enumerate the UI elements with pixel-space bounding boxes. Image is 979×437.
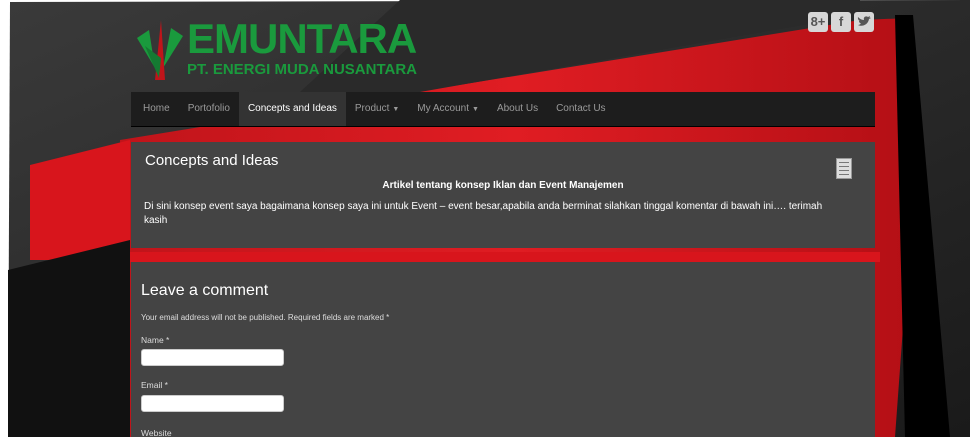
comment-note: Your email address will not be published… (141, 313, 390, 322)
post-heading: Artikel tentang konsep Iklan dan Event M… (382, 180, 624, 191)
logo-mark-icon (137, 20, 183, 80)
logo-subtitle: PT. ENERGI MUDA NUSANTARA (187, 61, 418, 78)
nav-product[interactable]: Product ▼ (346, 92, 408, 126)
nav-product-label: Product (354, 103, 390, 114)
nav-contact-us[interactable]: Contact Us (547, 92, 614, 126)
logo-name: EMUNTARA (187, 15, 417, 62)
nav-about-us[interactable]: About Us (488, 92, 547, 126)
comment-title: Leave a comment (141, 282, 269, 299)
twitter-icon[interactable] (854, 12, 874, 32)
nav-home[interactable]: Home (134, 92, 179, 126)
page: 8+ f EMUNTARA PT. ENERGI MUDA NUSANTARA … (0, 0, 979, 437)
site-logo[interactable]: EMUNTARA PT. ENERGI MUDA NUSANTARA (135, 12, 455, 82)
caret-down-icon: ▼ (472, 106, 479, 113)
print-icon[interactable] (836, 158, 852, 179)
nav-concepts-and-ideas[interactable]: Concepts and Ideas (238, 92, 346, 126)
post-panel: Concepts and Ideas Artikel tentang konse… (131, 142, 875, 248)
nav-portofolio[interactable]: Portofolio (179, 92, 239, 126)
email-label: Email * (141, 380, 168, 390)
main-nav: Home Portofolio Concepts and Ideas Produ… (131, 92, 875, 127)
social-links: 8+ f (808, 12, 874, 32)
post-title: Concepts and Ideas (145, 152, 279, 169)
comment-panel: Leave a comment Your email address will … (131, 262, 875, 437)
name-input[interactable] (141, 349, 284, 366)
nav-my-account-label: My Account (417, 103, 469, 114)
website-label: Website (141, 428, 172, 437)
facebook-icon[interactable]: f (831, 12, 851, 32)
caret-down-icon: ▼ (392, 106, 400, 113)
google-plus-icon[interactable]: 8+ (808, 12, 828, 32)
name-label: Name * (141, 335, 170, 345)
nav-my-account[interactable]: My Account ▼ (408, 92, 488, 126)
email-input[interactable] (141, 395, 284, 412)
post-body: Di sini konsep event saya bagaimana kons… (144, 201, 823, 226)
